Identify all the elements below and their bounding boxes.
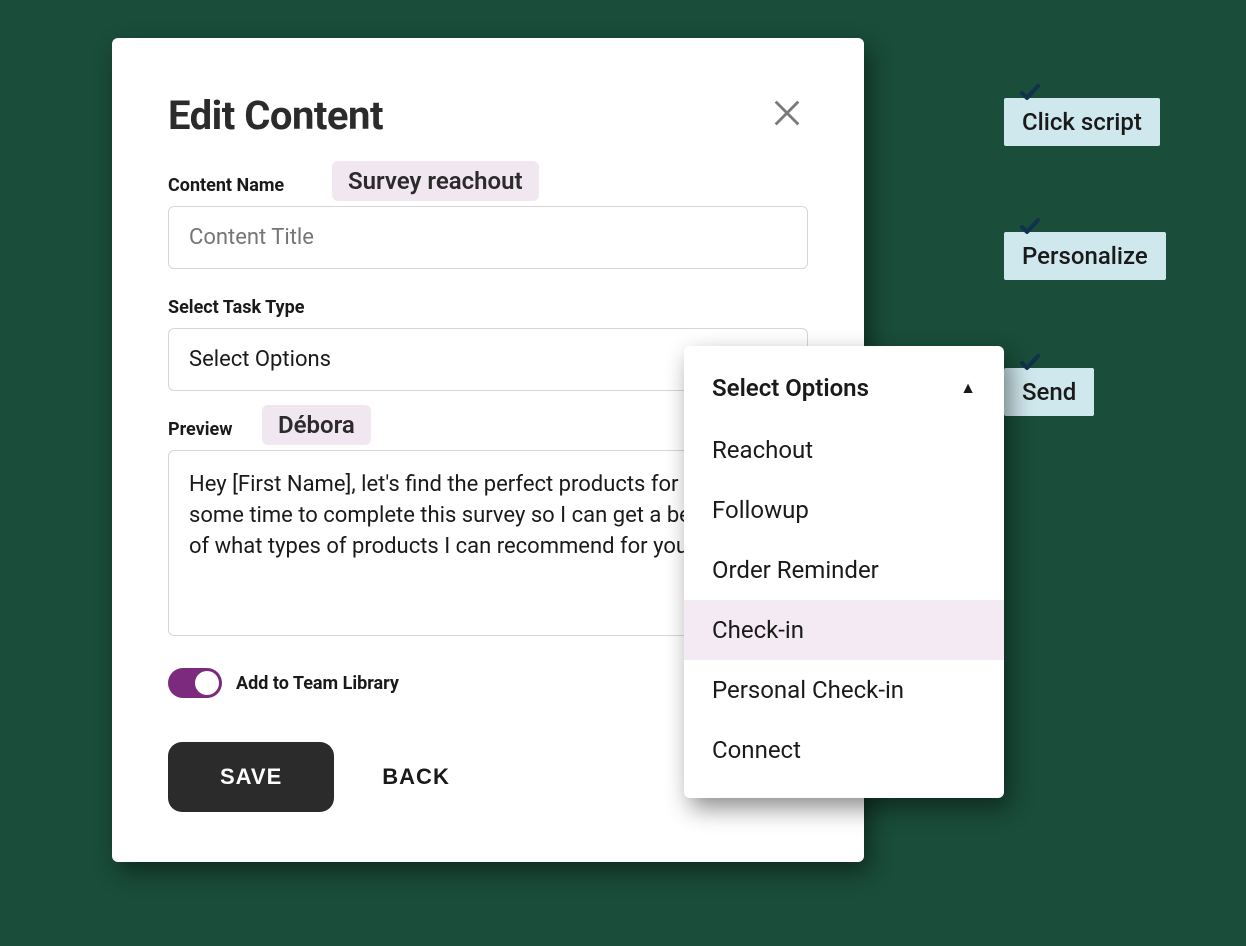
save-button[interactable]: SAVE	[168, 742, 334, 812]
step-tag-click-script: Click script	[1004, 98, 1160, 146]
dropdown-option[interactable]: Check-in	[684, 600, 1004, 660]
task-type-dropdown: Select Options ▲ ReachoutFollowupOrder R…	[684, 346, 1004, 798]
team-library-toggle-label: Add to Team Library	[236, 673, 399, 694]
step-tag-send: Send	[1004, 368, 1094, 416]
back-button[interactable]: BACK	[382, 764, 450, 790]
dropdown-header[interactable]: Select Options ▲	[684, 364, 1004, 420]
content-name-group: Content Name Survey reachout	[168, 175, 808, 269]
dropdown-header-label: Select Options	[712, 374, 869, 402]
dropdown-list: ReachoutFollowupOrder ReminderCheck-inPe…	[684, 420, 1004, 780]
step-tag-personalize: Personalize	[1004, 232, 1166, 280]
preview-name-pill[interactable]: Débora	[262, 405, 371, 445]
checkmark-icon	[1016, 350, 1044, 380]
dropdown-option[interactable]: Reachout	[684, 420, 1004, 480]
dropdown-option[interactable]: Connect	[684, 720, 1004, 780]
task-type-selected-value: Select Options	[189, 347, 331, 372]
task-type-label: Select Task Type	[168, 297, 808, 318]
caret-up-icon: ▲	[960, 378, 976, 398]
step-label: Personalize	[1022, 242, 1148, 270]
modal-header: Edit Content	[168, 92, 808, 139]
checkmark-icon	[1016, 214, 1044, 244]
checkmark-icon	[1016, 80, 1044, 110]
content-name-suggestion-pill[interactable]: Survey reachout	[332, 161, 539, 201]
step-label: Send	[1022, 378, 1076, 406]
step-label: Click script	[1022, 108, 1142, 136]
dropdown-option[interactable]: Personal Check-in	[684, 660, 1004, 720]
close-button[interactable]	[766, 92, 808, 138]
team-library-toggle[interactable]	[168, 668, 222, 698]
content-name-input[interactable]	[168, 206, 808, 269]
close-icon	[770, 96, 804, 130]
dropdown-option[interactable]: Order Reminder	[684, 540, 1004, 600]
modal-title: Edit Content	[168, 92, 383, 139]
dropdown-option[interactable]: Followup	[684, 480, 1004, 540]
toggle-knob	[195, 671, 219, 695]
